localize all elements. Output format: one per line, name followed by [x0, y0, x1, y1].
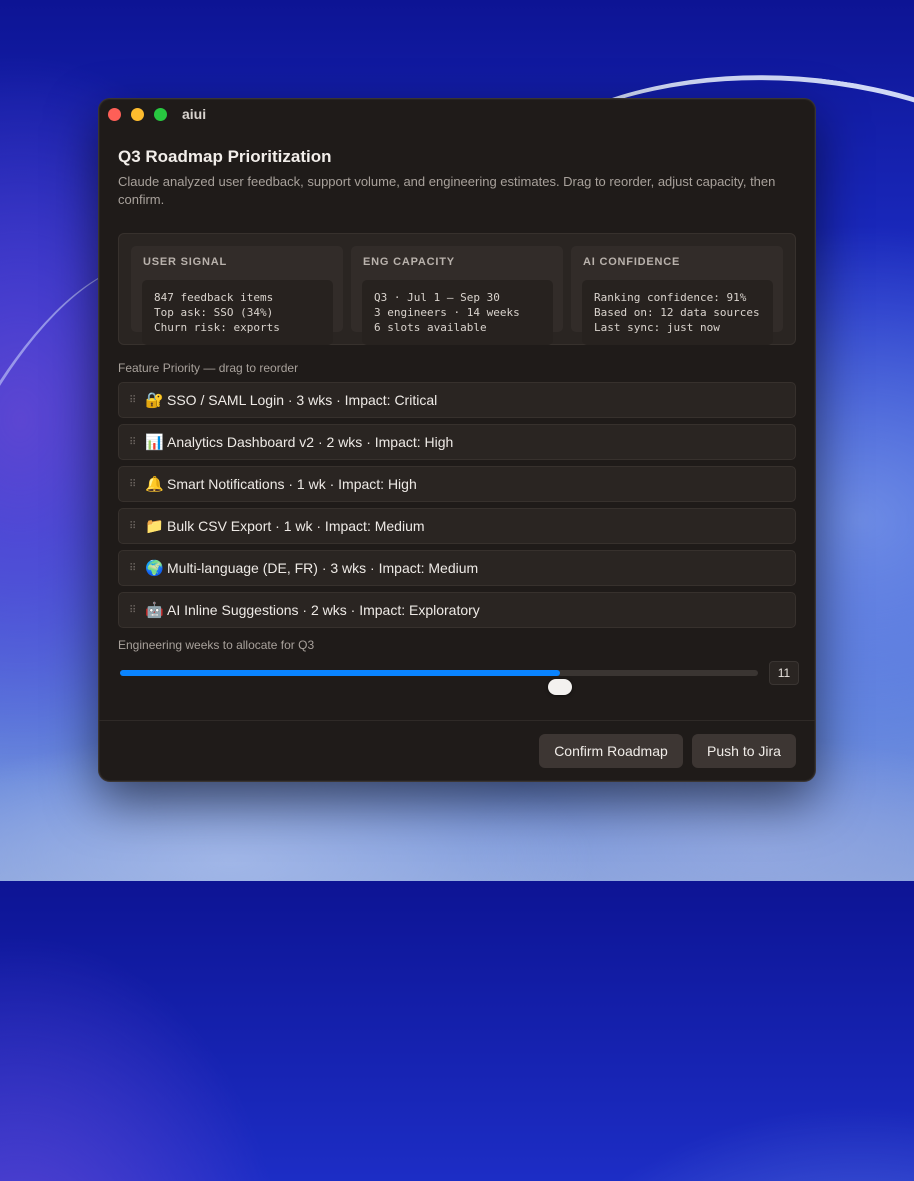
- card-line: 6 slots available: [374, 321, 487, 334]
- card-title: USER SIGNAL: [143, 256, 227, 268]
- drag-handle-icon[interactable]: ⠿: [129, 395, 145, 406]
- card-line: 847 feedback items: [154, 291, 274, 304]
- drag-handle-icon[interactable]: ⠿: [129, 437, 145, 448]
- feature-label: Bulk CSV Export · 1 wk · Impact: Medium: [167, 518, 425, 534]
- feature-label: Multi-language (DE, FR) · 3 wks · Impact…: [167, 560, 479, 576]
- feature-list-label: Feature Priority — drag to reorder: [118, 361, 299, 375]
- card-body: 847 feedback items Top ask: SSO (34%) Ch…: [142, 280, 333, 345]
- feature-row-ai-suggestions[interactable]: ⠿ 🤖 AI Inline Suggestions · 2 wks · Impa…: [118, 592, 796, 628]
- app-window: aiui Q3 Roadmap Prioritization Claude an…: [98, 98, 816, 782]
- capacity-value[interactable]: 11: [769, 661, 799, 685]
- feature-row-sso[interactable]: ⠿ 🔐 SSO / SAML Login · 3 wks · Impact: C…: [118, 382, 796, 418]
- card-title: AI CONFIDENCE: [583, 256, 681, 268]
- title-bar[interactable]: aiui: [99, 99, 815, 131]
- main-content: Q3 Roadmap Prioritization Claude analyze…: [99, 147, 815, 695]
- card-body: Q3 · Jul 1 — Sep 30 3 engineers · 14 wee…: [362, 280, 553, 345]
- card-title: ENG CAPACITY: [363, 256, 455, 268]
- close-button[interactable]: [108, 108, 121, 121]
- capacity-slider: 11: [118, 656, 799, 695]
- footer-bar: Confirm Roadmap Push to Jira: [99, 720, 815, 781]
- feature-list: ⠿ 🔐 SSO / SAML Login · 3 wks · Impact: C…: [118, 382, 796, 628]
- feature-row-csv-export[interactable]: ⠿ 📁 Bulk CSV Export · 1 wk · Impact: Med…: [118, 508, 796, 544]
- ai-confidence-card: AI CONFIDENCE Ranking confidence: 91% Ba…: [571, 246, 783, 345]
- eng-capacity-card: ENG CAPACITY Q3 · Jul 1 — Sep 30 3 engin…: [351, 246, 563, 345]
- feature-label: Smart Notifications · 1 wk · Impact: Hig…: [167, 476, 417, 492]
- push-to-jira-button[interactable]: Push to Jira: [692, 734, 796, 768]
- minimize-button[interactable]: [131, 108, 144, 121]
- confirm-roadmap-button[interactable]: Confirm Roadmap: [539, 734, 683, 768]
- folder-icon: 📁: [145, 518, 164, 535]
- card-body: Ranking confidence: 91% Based on: 12 dat…: [582, 280, 773, 345]
- signal-summary: USER SIGNAL 847 feedback items Top ask: …: [118, 233, 796, 345]
- card-line: Q3 · Jul 1 — Sep 30: [374, 291, 500, 304]
- card-line: Top ask: SSO (34%): [154, 306, 274, 319]
- page-title: Q3 Roadmap Prioritization: [118, 147, 332, 166]
- slider-fill: [120, 670, 561, 676]
- drag-handle-icon[interactable]: ⠿: [129, 563, 145, 574]
- card-line: Last sync: just now: [594, 321, 720, 334]
- drag-handle-icon[interactable]: ⠿: [129, 521, 145, 532]
- page-subtitle: Claude analyzed user feedback, support v…: [118, 174, 776, 207]
- feature-label: AI Inline Suggestions · 2 wks · Impact: …: [167, 602, 480, 618]
- card-line: Based on: 12 data sources: [594, 306, 760, 319]
- robot-icon: 🤖: [145, 602, 164, 619]
- feature-label: Analytics Dashboard v2 · 2 wks · Impact:…: [167, 434, 454, 450]
- bar-chart-icon: 📊: [145, 434, 164, 451]
- feature-row-analytics[interactable]: ⠿ 📊 Analytics Dashboard v2 · 2 wks · Imp…: [118, 424, 796, 460]
- feature-label: SSO / SAML Login · 3 wks · Impact: Criti…: [167, 392, 438, 408]
- card-line: Ranking confidence: 91%: [594, 291, 747, 304]
- feature-row-notifications[interactable]: ⠿ 🔔 Smart Notifications · 1 wk · Impact:…: [118, 466, 796, 502]
- globe-icon: 🌍: [145, 560, 164, 577]
- card-line: Churn risk: exports: [154, 321, 280, 334]
- zoom-button[interactable]: [154, 108, 167, 121]
- lock-key-icon: 🔐: [145, 392, 164, 409]
- app-title: aiui: [182, 106, 207, 122]
- feature-row-multi-language[interactable]: ⠿ 🌍 Multi-language (DE, FR) · 3 wks · Im…: [118, 550, 796, 586]
- drag-handle-icon[interactable]: ⠿: [129, 605, 145, 616]
- capacity-slider-label: Engineering weeks to allocate for Q3: [118, 638, 315, 652]
- bell-icon: 🔔: [145, 476, 164, 493]
- card-line: 3 engineers · 14 weeks: [374, 306, 520, 319]
- slider-thumb[interactable]: [548, 679, 573, 695]
- user-signal-card: USER SIGNAL 847 feedback items Top ask: …: [131, 246, 343, 345]
- drag-handle-icon[interactable]: ⠿: [129, 479, 145, 490]
- slider-track[interactable]: [120, 670, 758, 695]
